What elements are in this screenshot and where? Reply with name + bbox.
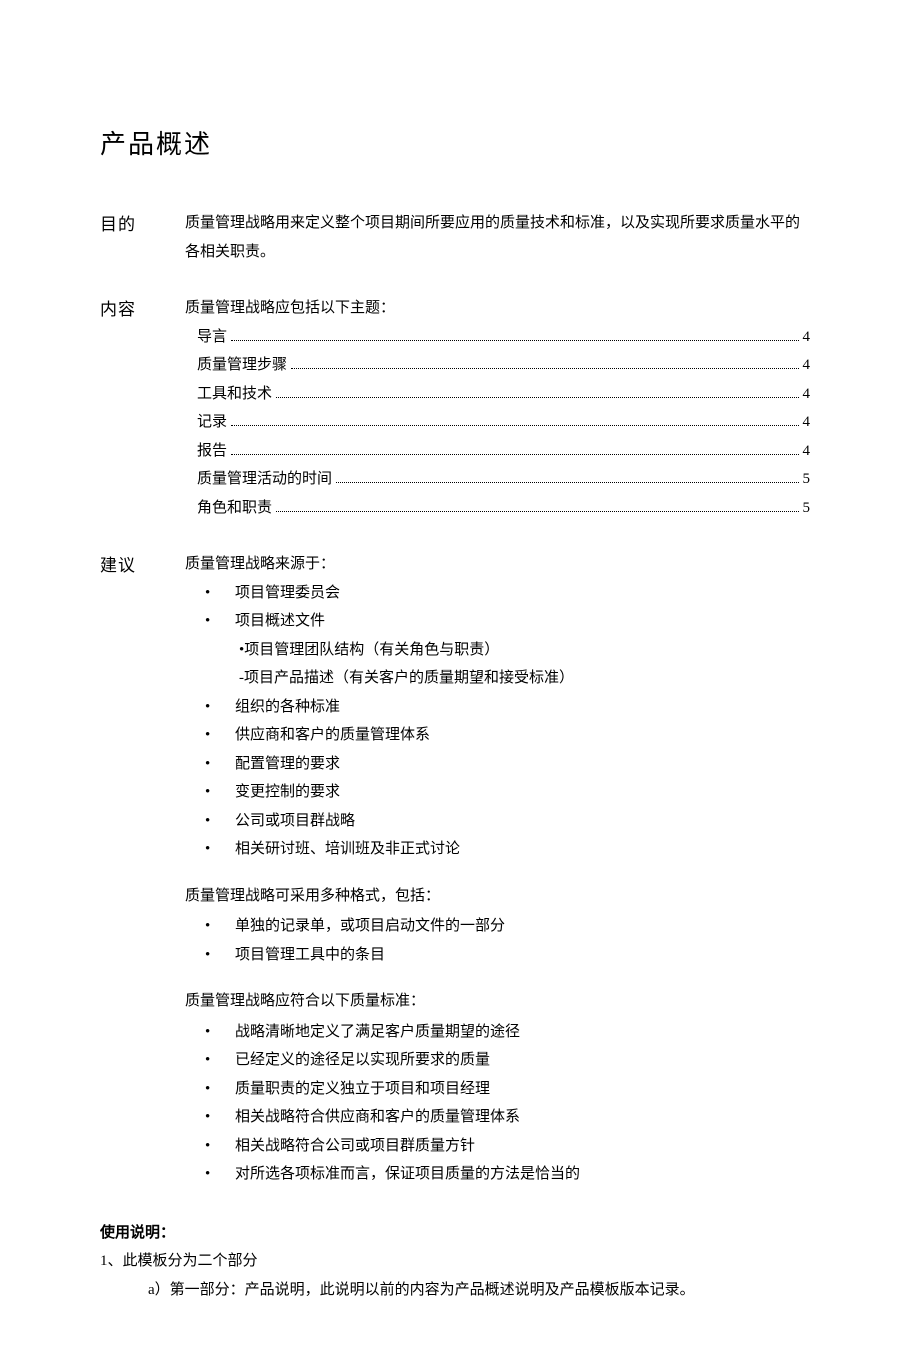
formats-intro: 质量管理战略可采用多种格式，包括： — [185, 882, 810, 911]
toc-item: 质量管理活动的时间 5 — [197, 465, 810, 494]
list-item: 公司或项目群战略 — [197, 807, 810, 836]
section-contents: 内容 质量管理战略应包括以下主题： 导言 4 质量管理步骤 4 工具和技术 4 记录 4… — [100, 294, 810, 522]
toc-page: 5 — [803, 465, 811, 494]
sources-intro: 质量管理战略来源于： — [185, 550, 810, 579]
toc-page: 4 — [803, 380, 811, 409]
list-item: 已经定义的途径足以实现所要求的质量 — [197, 1046, 810, 1075]
toc: 导言 4 质量管理步骤 4 工具和技术 4 记录 4 报告 4 质量管理活动的时间 5 角色… — [185, 323, 810, 523]
list-item: 项目管理委员会 — [197, 579, 810, 608]
toc-item: 质量管理步骤 4 — [197, 351, 810, 380]
sub-item: -项目产品描述（有关客户的质量期望和接受标准） — [239, 664, 810, 693]
section-advice: 建议 质量管理战略来源于： 项目管理委员会 项目概述文件 •项目管理团队结构（有… — [100, 550, 810, 1189]
sub-item: •项目管理团队结构（有关角色与职责） — [239, 636, 810, 665]
toc-page: 4 — [803, 408, 811, 437]
advice-label: 建议 — [100, 550, 185, 582]
usage-section: 使用说明： 1、此模板分为二个部分 a）第一部分：产品说明，此说明以前的内容为产… — [100, 1219, 810, 1305]
toc-label: 记录 — [197, 408, 227, 437]
toc-label: 角色和职责 — [197, 494, 272, 523]
list-item: 项目管理工具中的条目 — [197, 941, 810, 970]
toc-item: 角色和职责 5 — [197, 494, 810, 523]
sources-list-cont: 组织的各种标准 供应商和客户的质量管理体系 配置管理的要求 变更控制的要求 公司… — [197, 693, 810, 864]
standards-intro: 质量管理战略应符合以下质量标准： — [185, 987, 810, 1016]
toc-label: 质量管理活动的时间 — [197, 465, 332, 494]
list-item: 对所选各项标准而言，保证项目质量的方法是恰当的 — [197, 1160, 810, 1189]
toc-dots — [231, 439, 798, 455]
list-item: 项目概述文件 — [197, 607, 810, 636]
toc-dots — [231, 410, 798, 426]
toc-dots — [336, 467, 798, 483]
list-item: 战略清晰地定义了满足客户质量期望的途径 — [197, 1018, 810, 1047]
formats-list: 单独的记录单，或项目启动文件的一部分 项目管理工具中的条目 — [197, 912, 810, 969]
contents-intro: 质量管理战略应包括以下主题： — [185, 294, 810, 323]
toc-label: 报告 — [197, 437, 227, 466]
list-item: 配置管理的要求 — [197, 750, 810, 779]
toc-item: 报告 4 — [197, 437, 810, 466]
list-item: 相关战略符合供应商和客户的质量管理体系 — [197, 1103, 810, 1132]
toc-page: 4 — [803, 323, 811, 352]
toc-page: 4 — [803, 351, 811, 380]
document-page: 产品概述 目的 质量管理战略用来定义整个项目期间所要应用的质量技术和标准，以及实… — [0, 0, 920, 1364]
purpose-label: 目的 — [100, 209, 185, 241]
list-item: 相关战略符合公司或项目群质量方针 — [197, 1132, 810, 1161]
list-item: 单独的记录单，或项目启动文件的一部分 — [197, 912, 810, 941]
toc-dots — [276, 382, 798, 398]
section-purpose: 目的 质量管理战略用来定义整个项目期间所要应用的质量技术和标准，以及实现所要求质… — [100, 209, 810, 266]
purpose-text: 质量管理战略用来定义整个项目期间所要应用的质量技术和标准，以及实现所要求质量水平… — [185, 209, 810, 266]
usage-line: 1、此模板分为二个部分 — [100, 1247, 810, 1276]
list-item: 供应商和客户的质量管理体系 — [197, 721, 810, 750]
toc-label: 导言 — [197, 323, 227, 352]
page-title: 产品概述 — [100, 120, 810, 169]
standards-list: 战略清晰地定义了满足客户质量期望的途径 已经定义的途径足以实现所要求的质量 质量… — [197, 1018, 810, 1189]
toc-dots — [291, 353, 798, 369]
list-item: 质量职责的定义独立于项目和项目经理 — [197, 1075, 810, 1104]
list-item: 相关研讨班、培训班及非正式讨论 — [197, 835, 810, 864]
contents-label: 内容 — [100, 294, 185, 326]
toc-page: 5 — [803, 494, 811, 523]
toc-item: 记录 4 — [197, 408, 810, 437]
sources-list: 项目管理委员会 项目概述文件 — [197, 579, 810, 636]
toc-item: 导言 4 — [197, 323, 810, 352]
usage-subline: a）第一部分：产品说明，此说明以前的内容为产品概述说明及产品模板版本记录。 — [148, 1276, 810, 1305]
toc-item: 工具和技术 4 — [197, 380, 810, 409]
toc-dots — [276, 496, 798, 512]
usage-title: 使用说明： — [100, 1219, 810, 1248]
list-item: 组织的各种标准 — [197, 693, 810, 722]
toc-dots — [231, 325, 798, 341]
toc-page: 4 — [803, 437, 811, 466]
toc-label: 质量管理步骤 — [197, 351, 287, 380]
toc-label: 工具和技术 — [197, 380, 272, 409]
list-item: 变更控制的要求 — [197, 778, 810, 807]
